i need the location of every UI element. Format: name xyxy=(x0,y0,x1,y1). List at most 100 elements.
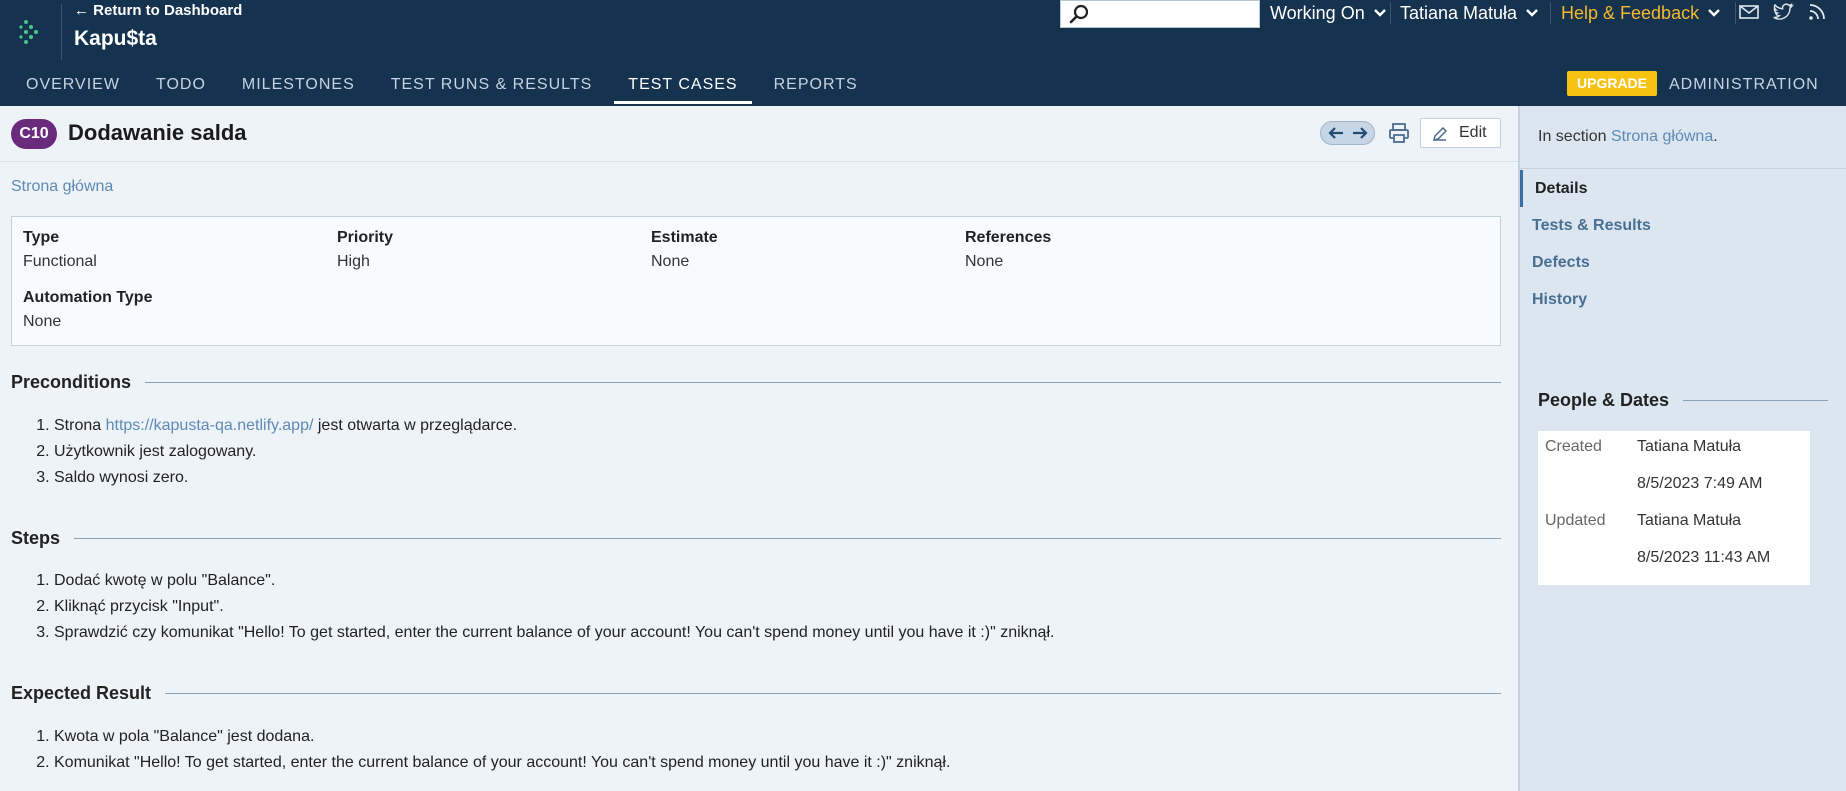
list-item: Saldo wynosi zero. xyxy=(54,465,517,491)
tab-todo[interactable]: TODO xyxy=(142,70,220,106)
field-value: Functional xyxy=(23,253,97,270)
sidebar-item-tests-results[interactable]: Tests & Results xyxy=(1520,207,1846,244)
list-item: Strona https://kapusta-qa.netlify.app/ j… xyxy=(54,413,517,439)
chevron-down-icon xyxy=(1708,9,1720,17)
tab-administration[interactable]: ADMINISTRATION xyxy=(1669,76,1819,94)
section-rule xyxy=(74,538,1501,539)
field-label: Type xyxy=(23,229,60,246)
upgrade-button[interactable]: UPGRADE xyxy=(1567,71,1658,96)
top-header: ← Return to Dashboard Kapu$ta Working On… xyxy=(0,0,1846,106)
search-icon xyxy=(1069,4,1089,24)
field-value: None xyxy=(965,253,1004,270)
field-automation-type: Automation Type None xyxy=(23,289,152,331)
case-id-badge: C10 xyxy=(11,119,57,149)
section-title: Expected Result xyxy=(11,683,152,703)
field-type: Type Functional xyxy=(23,229,97,271)
case-title-row: C10 Dodawanie salda Edit xyxy=(0,106,1518,162)
field-label: Automation Type xyxy=(23,289,153,306)
list-item: Komunikat "Hello! To get started, enter … xyxy=(54,750,950,776)
steps-list: Dodać kwotę w polu "Balance". Kliknąć pr… xyxy=(54,568,1054,646)
list-item: Sprawdzić czy komunikat "Hello! To get s… xyxy=(54,620,1054,646)
edit-label: Edit xyxy=(1459,124,1487,141)
tab-overview[interactable]: OVERVIEW xyxy=(12,70,134,106)
field-estimate: Estimate None xyxy=(651,229,718,271)
main-content: C10 Dodawanie salda Edit Strona główna T… xyxy=(0,106,1518,791)
sidebar-item-details[interactable]: Details xyxy=(1520,170,1846,207)
updated-label: Updated xyxy=(1545,512,1606,529)
chevron-down-icon xyxy=(1526,9,1538,17)
working-on-label: Working On xyxy=(1270,2,1365,23)
main-nav: OVERVIEW TODO MILESTONES TEST RUNS & RES… xyxy=(0,70,880,106)
section-rule xyxy=(1683,400,1828,401)
section-title: People & Dates xyxy=(1538,390,1670,410)
app-url-link[interactable]: https://kapusta-qa.netlify.app/ xyxy=(106,417,314,434)
working-on-menu[interactable]: Working On xyxy=(1270,0,1387,26)
in-section-prefix: In section xyxy=(1538,128,1611,145)
help-feedback-menu[interactable]: Help & Feedback xyxy=(1561,0,1721,26)
edit-button[interactable]: Edit xyxy=(1420,118,1501,148)
section-rule xyxy=(165,693,1501,694)
list-item: Użytkownik jest zalogowany. xyxy=(54,439,517,465)
search-input[interactable] xyxy=(1095,3,1255,25)
in-section-text: In section Strona główna. xyxy=(1538,128,1718,146)
updated-at: 8/5/2023 11:43 AM xyxy=(1637,549,1771,566)
field-label: Estimate xyxy=(651,229,718,246)
menu-separator xyxy=(1550,2,1551,24)
user-name: Tatiana Matuła xyxy=(1400,2,1518,23)
field-references: References None xyxy=(965,229,1051,271)
list-item: Dodać kwotę w polu "Balance". xyxy=(54,568,1054,594)
tab-milestones[interactable]: MILESTONES xyxy=(228,70,369,106)
breadcrumb-section-link[interactable]: Strona główna xyxy=(11,178,113,196)
header-divider xyxy=(61,4,62,60)
menu-separator xyxy=(1390,2,1391,24)
sidebar-item-defects[interactable]: Defects xyxy=(1520,244,1846,281)
field-value: High xyxy=(337,253,370,270)
return-to-dashboard-link[interactable]: ← Return to Dashboard xyxy=(74,2,242,19)
list-item: Kwota w pola "Balance" jest dodana. xyxy=(54,724,950,750)
mail-icon[interactable] xyxy=(1738,2,1760,22)
people-dates-box: Created Tatiana Matuła 8/5/2023 7:49 AM … xyxy=(1538,431,1810,585)
created-at: 8/5/2023 7:49 AM xyxy=(1637,475,1763,492)
tab-test-cases[interactable]: TEST CASES xyxy=(614,70,752,106)
case-navigation xyxy=(1320,121,1375,145)
sidebar-divider xyxy=(1520,168,1846,169)
field-value: None xyxy=(651,253,690,270)
pencil-icon xyxy=(1432,126,1448,142)
print-icon[interactable] xyxy=(1387,121,1411,145)
created-label: Created xyxy=(1545,438,1602,455)
rss-icon[interactable] xyxy=(1807,2,1829,22)
section-rule xyxy=(145,382,1501,383)
menu-separator xyxy=(1735,2,1736,24)
field-label: References xyxy=(965,229,1052,246)
sidebar-nav: Details Tests & Results Defects History xyxy=(1520,170,1846,318)
case-fields-box: Type Functional Priority High Estimate N… xyxy=(11,216,1501,346)
list-item-text: Strona xyxy=(54,417,106,434)
help-feedback-label: Help & Feedback xyxy=(1561,2,1700,23)
arrow-left-icon[interactable] xyxy=(1327,125,1345,141)
search-box[interactable] xyxy=(1060,0,1260,28)
field-value: None xyxy=(23,313,62,330)
expected-result-list: Kwota w pola "Balance" jest dodana. Komu… xyxy=(54,724,950,776)
created-by: Tatiana Matuła xyxy=(1637,438,1742,455)
in-section-suffix: . xyxy=(1713,128,1718,145)
tab-test-runs-results[interactable]: TEST RUNS & RESULTS xyxy=(377,70,607,106)
updated-by: Tatiana Matuła xyxy=(1637,512,1742,529)
project-name: Kapu$ta xyxy=(74,27,157,50)
field-priority: Priority High xyxy=(337,229,393,271)
preconditions-heading: Preconditions xyxy=(11,372,1501,393)
sidebar-item-history[interactable]: History xyxy=(1520,281,1846,318)
steps-heading: Steps xyxy=(11,528,1501,549)
tab-reports[interactable]: REPORTS xyxy=(760,70,872,106)
sidebar: In section Strona główna. Details Tests … xyxy=(1518,106,1846,791)
list-item-text: jest otwarta w przeglądarce. xyxy=(313,417,518,434)
case-title: Dodawanie salda xyxy=(68,120,247,145)
arrow-right-icon[interactable] xyxy=(1351,125,1369,141)
in-section-link[interactable]: Strona główna xyxy=(1611,128,1713,145)
preconditions-list: Strona https://kapusta-qa.netlify.app/ j… xyxy=(54,413,517,491)
chevron-down-icon xyxy=(1373,9,1386,17)
expected-result-heading: Expected Result xyxy=(11,683,1501,704)
field-label: Priority xyxy=(337,229,394,246)
logo-icon[interactable] xyxy=(18,18,44,48)
twitter-icon[interactable] xyxy=(1772,2,1794,22)
user-menu[interactable]: Tatiana Matuła xyxy=(1400,0,1539,26)
